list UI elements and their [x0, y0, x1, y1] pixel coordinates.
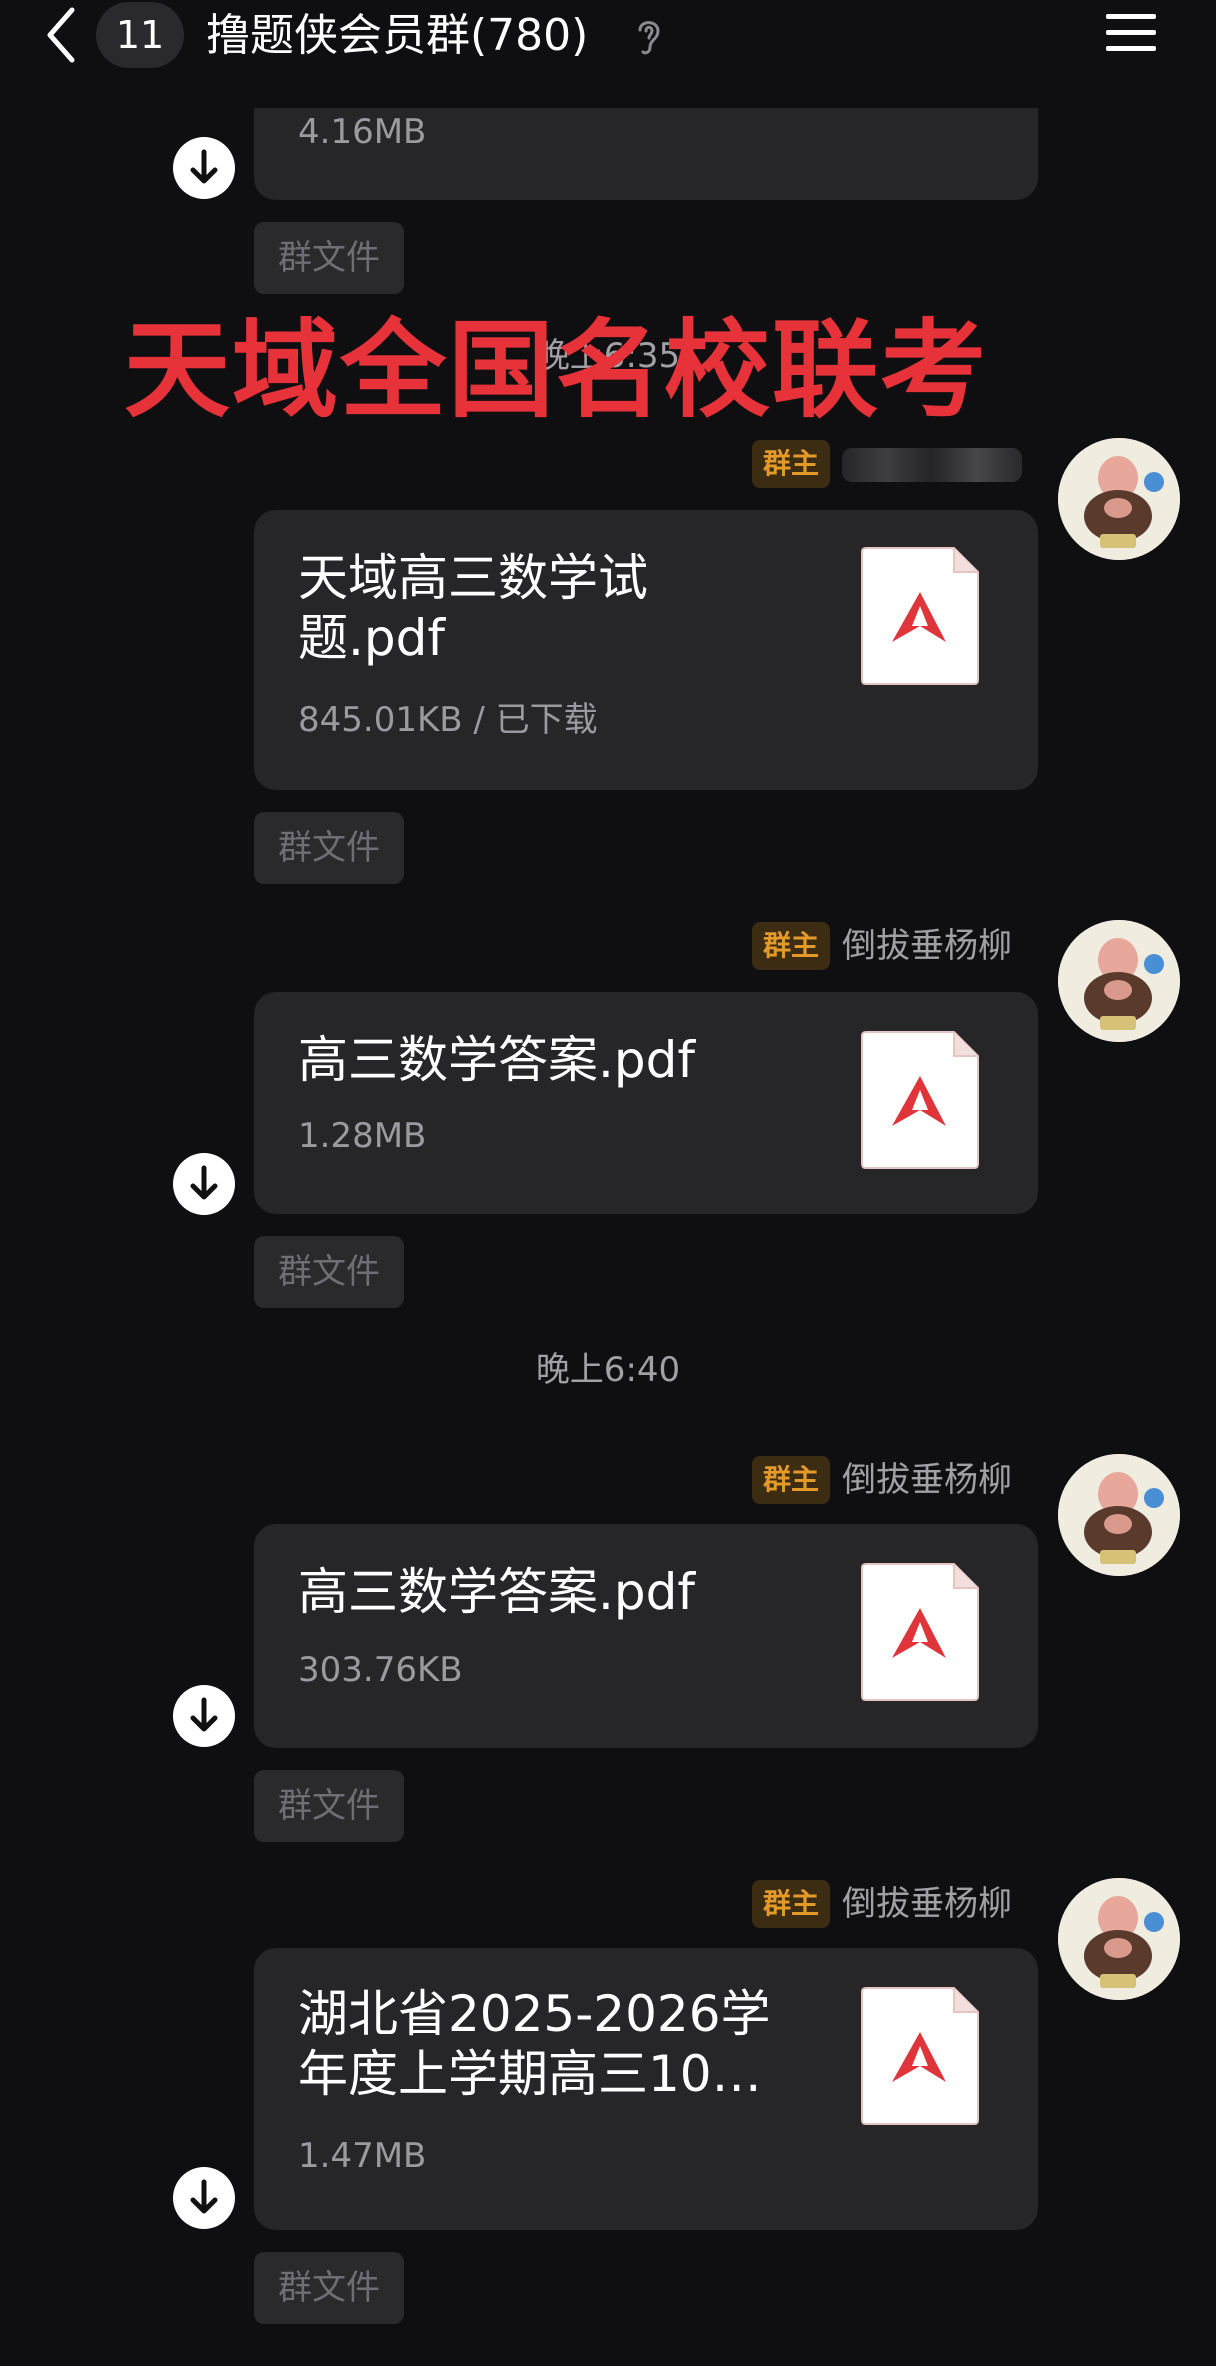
sender-name: 倒拔垂杨柳 — [842, 926, 1012, 966]
group-file-tag[interactable]: 群文件 — [254, 1236, 404, 1308]
file-name: 高三数学答案.pdf — [298, 1031, 695, 1089]
file-size: 4.16MB — [298, 112, 427, 152]
owner-badge: 群主 — [752, 922, 830, 970]
avatar[interactable] — [1058, 438, 1180, 560]
download-icon[interactable] — [172, 1684, 236, 1748]
file-size: 303.76KB — [298, 1650, 463, 1690]
file-message-bubble[interactable]: 4.16MB — [254, 108, 1038, 200]
sender-name: 倒拔垂杨柳 — [842, 1884, 1012, 1924]
blurred-sender-name — [842, 448, 1022, 482]
group-file-tag[interactable]: 群文件 — [254, 222, 404, 294]
pdf-icon — [861, 1563, 979, 1701]
download-icon[interactable] — [172, 136, 236, 200]
pdf-icon — [861, 547, 979, 685]
group-file-tag[interactable]: 群文件 — [254, 2252, 404, 2324]
unread-count-badge[interactable]: 11 — [96, 2, 184, 68]
file-message-bubble[interactable]: 高三数学答案.pdf 303.76KB — [254, 1524, 1038, 1748]
file-message-bubble[interactable]: 高三数学答案.pdf 1.28MB — [254, 992, 1038, 1214]
overlay-title: 天域全国名校联考 — [124, 309, 988, 432]
download-icon[interactable] — [172, 2166, 236, 2230]
pdf-icon — [861, 1987, 979, 2125]
file-name-line-2: 年度上学期高三10… — [298, 2045, 762, 2103]
avatar[interactable] — [1058, 1454, 1180, 1576]
menu-icon[interactable] — [1104, 10, 1158, 56]
file-name-line-2: 题.pdf — [298, 609, 445, 667]
top-bar: 11 撸题侠会员群(780) — [0, 0, 1216, 70]
group-file-tag[interactable]: 群文件 — [254, 812, 404, 884]
group-file-tag[interactable]: 群文件 — [254, 1770, 404, 1842]
file-message-bubble[interactable]: 湖北省2025-2026学 年度上学期高三10… 1.47MB — [254, 1948, 1038, 2230]
file-size: 1.47MB — [298, 2136, 427, 2176]
file-size: 845.01KB / 已下载 — [298, 700, 598, 740]
owner-badge: 群主 — [752, 440, 830, 488]
file-name-line-1: 天域高三数学试 — [298, 549, 648, 607]
avatar[interactable] — [1058, 920, 1180, 1042]
download-icon[interactable] — [172, 1152, 236, 1216]
file-name: 高三数学答案.pdf — [298, 1563, 695, 1621]
back-arrow-icon[interactable] — [40, 2, 84, 68]
owner-badge: 群主 — [752, 1456, 830, 1504]
chat-title[interactable]: 撸题侠会员群(780) — [206, 8, 588, 64]
pdf-icon — [861, 1031, 979, 1169]
timestamp: 晚上6:40 — [535, 1350, 681, 1390]
file-size: 1.28MB — [298, 1116, 427, 1156]
ear-icon[interactable] — [632, 14, 666, 58]
owner-badge: 群主 — [752, 1880, 830, 1928]
sender-name: 倒拔垂杨柳 — [842, 1460, 1012, 1500]
file-name-line-1: 湖北省2025-2026学 — [298, 1985, 771, 2043]
avatar[interactable] — [1058, 1878, 1180, 2000]
file-message-bubble[interactable]: 天域高三数学试 题.pdf 845.01KB / 已下载 — [254, 510, 1038, 790]
